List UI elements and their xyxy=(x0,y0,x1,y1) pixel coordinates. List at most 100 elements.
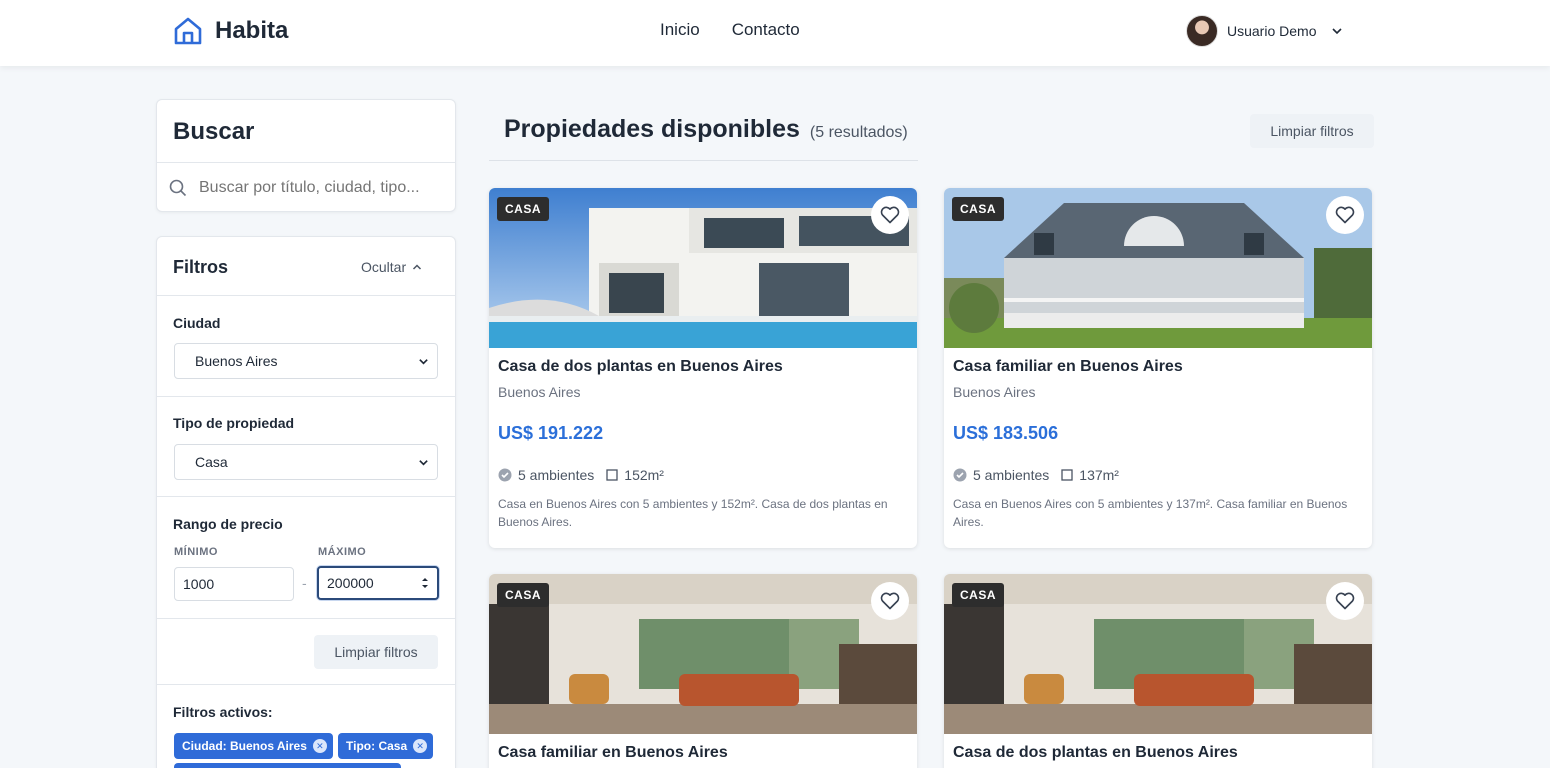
chip-price[interactable] xyxy=(174,763,401,768)
property-description: Casa en Buenos Aires con 5 ambientes y 1… xyxy=(953,497,1348,529)
chevron-down-icon xyxy=(1332,28,1343,35)
type-badge: CASA xyxy=(497,197,550,221)
type-badge: CASA xyxy=(497,583,550,607)
avatar xyxy=(1186,15,1218,47)
property-rooms: 5 ambientes xyxy=(518,467,595,483)
user-menu[interactable]: Usuario Demo xyxy=(1186,15,1343,47)
property-card[interactable]: CASA Casa familiar en Buenos Aires xyxy=(489,574,917,768)
property-area: 152m² xyxy=(624,467,664,483)
brand-logo[interactable]: Habita xyxy=(173,16,288,46)
property-card[interactable]: CASA Casa de dos plantas en Buenos Aires… xyxy=(489,188,917,548)
property-image[interactable]: CASA xyxy=(944,188,1372,348)
property-features: 5 ambientes 152m² xyxy=(498,467,664,483)
property-image[interactable]: CASA xyxy=(944,574,1372,734)
divider xyxy=(157,396,455,397)
property-rooms: 5 ambientes xyxy=(973,467,1050,483)
chip-city[interactable]: Ciudad: Buenos Aires ✕ xyxy=(174,733,333,759)
property-title[interactable]: Casa familiar en Buenos Aires xyxy=(498,744,728,762)
living-room-image xyxy=(489,574,917,734)
favorite-button[interactable] xyxy=(871,196,909,234)
clear-filters-button[interactable]: Limpiar filtros xyxy=(314,635,438,669)
active-filters-label: Filtros activos: xyxy=(173,704,273,720)
home-icon xyxy=(174,17,202,45)
max-price-value: 200000 xyxy=(327,575,374,591)
chip-type[interactable]: Tipo: Casa ✕ xyxy=(338,733,434,759)
favorite-button[interactable] xyxy=(1326,582,1364,620)
spinner-icon[interactable] xyxy=(421,576,429,590)
city-select-value: Buenos Aires xyxy=(195,353,278,369)
property-title[interactable]: Casa de dos plantas en Buenos Aires xyxy=(498,358,783,376)
max-label: MÁXIMO xyxy=(318,546,367,558)
living-room-image xyxy=(944,574,1372,734)
main-clear-filters-button[interactable]: Limpiar filtros xyxy=(1250,114,1374,148)
nav-contacto[interactable]: Contacto xyxy=(732,20,800,40)
min-label: MÍNIMO xyxy=(174,546,218,558)
favorite-button[interactable] xyxy=(871,582,909,620)
property-price: US$ 191.222 xyxy=(498,423,604,443)
search-panel: Buscar xyxy=(156,99,456,212)
heart-icon xyxy=(1335,206,1355,224)
close-icon[interactable]: ✕ xyxy=(312,739,327,753)
square-icon xyxy=(606,469,618,481)
property-card[interactable]: CASA Casa familiar en Buenos Aires Bueno… xyxy=(944,188,1372,548)
chip-city-label: Ciudad: Buenos Aires xyxy=(182,739,307,753)
top-header: Habita Inicio Contacto Usuario Demo xyxy=(0,0,1550,66)
search-input[interactable] xyxy=(199,179,439,197)
modern-house-image xyxy=(489,188,917,348)
check-circle-icon xyxy=(953,468,967,482)
check-circle-icon xyxy=(498,468,512,482)
close-icon[interactable]: ✕ xyxy=(413,739,428,753)
property-title[interactable]: Casa de dos plantas en Buenos Aires xyxy=(953,744,1238,762)
search-box xyxy=(169,174,445,202)
filters-panel: Filtros Ocultar Ciudad Buenos Aires Tipo… xyxy=(156,236,456,768)
heart-icon xyxy=(880,206,900,224)
property-title[interactable]: Casa familiar en Buenos Aires xyxy=(953,358,1183,376)
type-badge: CASA xyxy=(952,197,1005,221)
city-label: Ciudad xyxy=(173,315,221,331)
results-count: (5 resultados) xyxy=(809,124,908,141)
min-price-value: 1000 xyxy=(183,576,215,592)
hide-filters-toggle[interactable]: Ocultar xyxy=(361,259,422,275)
heart-icon xyxy=(880,592,900,610)
page-title-text: Propiedades disponibles xyxy=(504,115,800,143)
chevron-up-icon xyxy=(413,264,422,270)
main-nav: Inicio Contacto xyxy=(660,20,800,40)
hide-filters-label: Ocultar xyxy=(361,259,407,275)
min-price-input[interactable]: 1000 xyxy=(174,567,294,601)
type-select[interactable]: Casa xyxy=(174,444,438,480)
type-badge: CASA xyxy=(952,583,1005,607)
clear-filters-label: Limpiar filtros xyxy=(334,644,418,660)
property-image[interactable]: CASA xyxy=(489,574,917,734)
user-name: Usuario Demo xyxy=(1227,23,1317,39)
search-icon xyxy=(169,179,187,197)
property-features: 5 ambientes 137m² xyxy=(953,467,1119,483)
nav-inicio[interactable]: Inicio xyxy=(660,20,700,40)
chevron-down-icon xyxy=(419,358,428,365)
search-title: Buscar xyxy=(173,118,255,145)
property-city: Buenos Aires xyxy=(498,384,581,400)
property-card[interactable]: CASA Casa de dos plantas en Buenos Aires xyxy=(944,574,1372,768)
divider xyxy=(157,295,455,296)
range-separator: - xyxy=(302,575,307,591)
favorite-button[interactable] xyxy=(1326,196,1364,234)
square-icon xyxy=(1061,469,1073,481)
divider xyxy=(157,496,455,497)
main-clear-filters-label: Limpiar filtros xyxy=(1270,123,1354,139)
divider xyxy=(157,684,455,685)
property-description: Casa en Buenos Aires con 5 ambientes y 1… xyxy=(498,497,888,529)
heart-icon xyxy=(1335,592,1355,610)
city-select[interactable]: Buenos Aires xyxy=(174,343,438,379)
type-select-value: Casa xyxy=(195,454,228,470)
price-label: Rango de precio xyxy=(173,516,283,532)
divider xyxy=(489,160,918,161)
divider xyxy=(157,162,455,163)
max-price-input[interactable]: 200000 xyxy=(317,566,439,600)
family-house-image xyxy=(944,188,1372,348)
property-price: US$ 183.506 xyxy=(953,423,1059,443)
property-image[interactable]: CASA xyxy=(489,188,917,348)
type-label: Tipo de propiedad xyxy=(173,415,295,431)
chevron-down-icon xyxy=(419,459,428,466)
property-city: Buenos Aires xyxy=(953,384,1036,400)
page-title: Propiedades disponibles (5 resultados) xyxy=(504,115,908,144)
property-area: 137m² xyxy=(1079,467,1119,483)
